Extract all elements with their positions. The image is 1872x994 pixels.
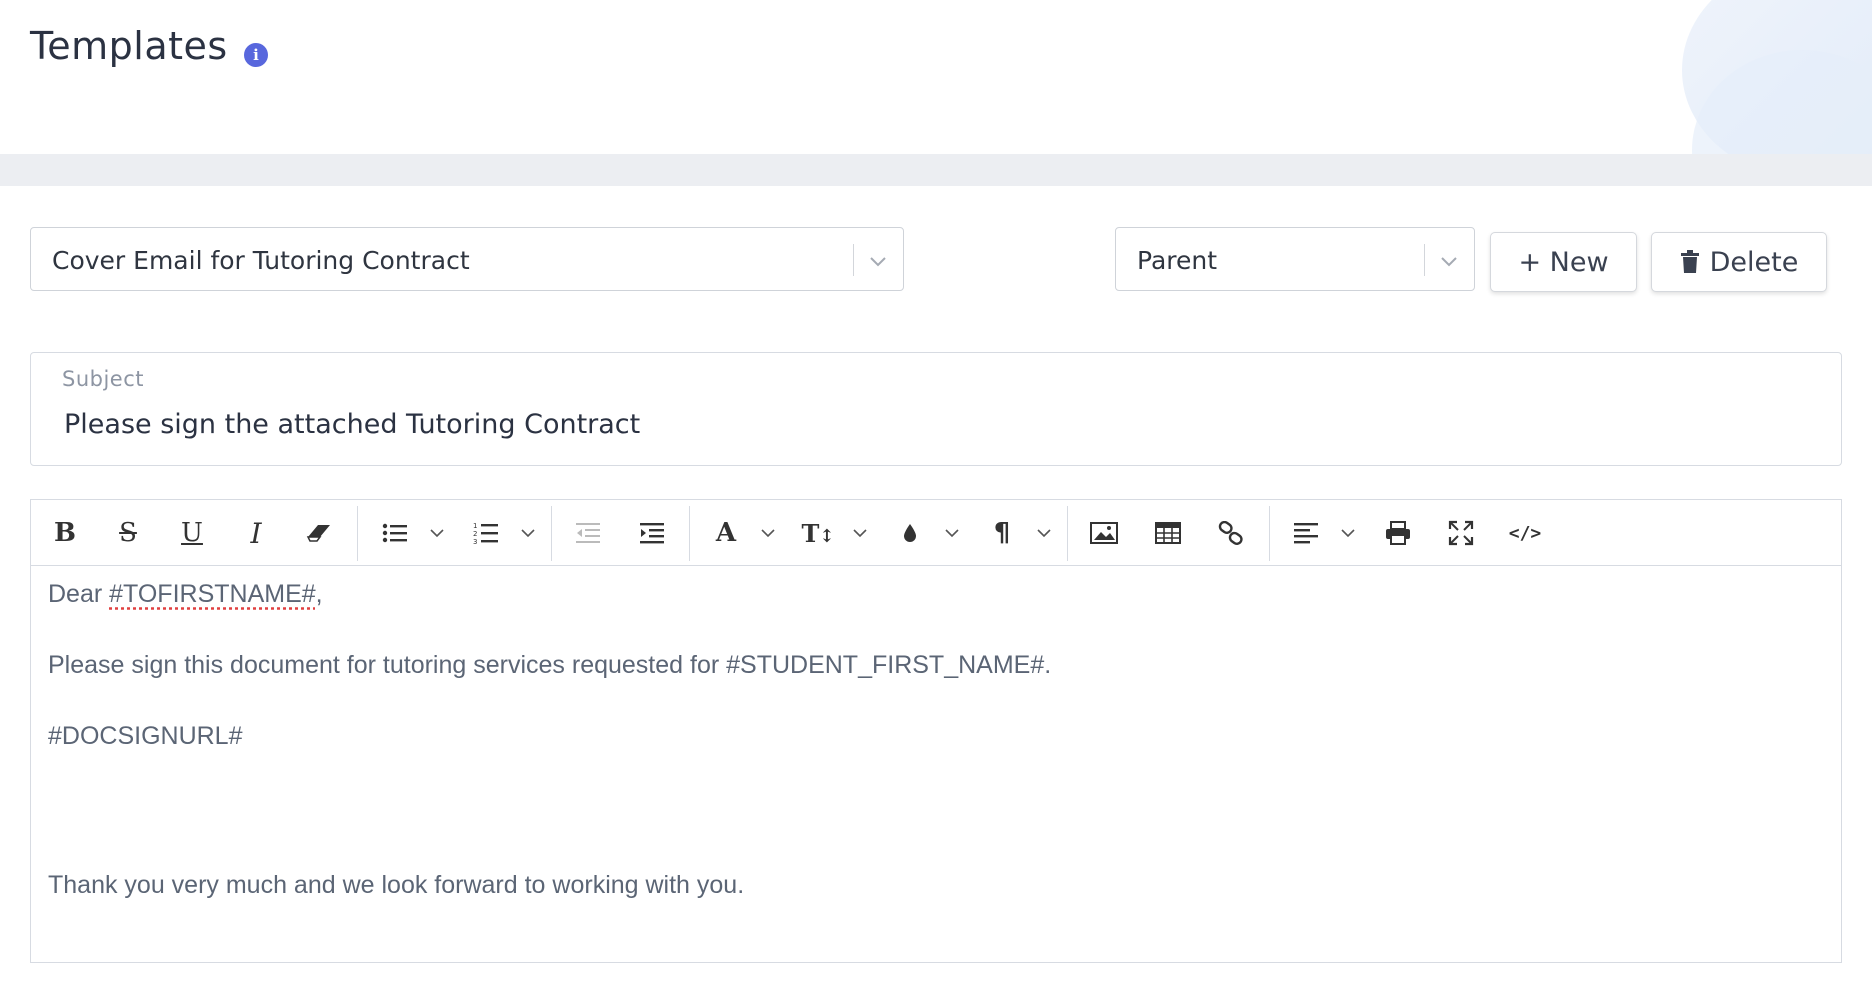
svg-text:2: 2 bbox=[473, 530, 477, 538]
toolbar-separator bbox=[357, 506, 358, 561]
body-line-docsign-url: #DOCSIGNURL# bbox=[48, 722, 243, 750]
rich-text-editor: B S U I 123 A T↕ ¶ </> Dear #TOFIRSTNAME… bbox=[30, 499, 1842, 963]
select-separator bbox=[1424, 244, 1425, 276]
info-icon[interactable]: i bbox=[244, 43, 268, 67]
strikethrough-icon[interactable]: S bbox=[109, 514, 147, 552]
chevron-down-icon[interactable] bbox=[428, 524, 446, 542]
subject-label: Subject bbox=[62, 367, 145, 391]
print-icon[interactable] bbox=[1379, 514, 1417, 552]
svg-text:1: 1 bbox=[473, 522, 477, 530]
greeting-prefix: Dear bbox=[48, 580, 110, 608]
unordered-list-icon[interactable] bbox=[376, 514, 414, 552]
indent-icon[interactable] bbox=[633, 514, 671, 552]
eraser-icon[interactable] bbox=[300, 514, 338, 552]
toolbar-separator bbox=[551, 506, 552, 561]
page-header: Templates i bbox=[0, 0, 1872, 154]
outdent-icon[interactable] bbox=[569, 514, 607, 552]
code-view-icon[interactable]: </> bbox=[1506, 514, 1544, 552]
audience-select-value: Parent bbox=[1137, 246, 1218, 275]
picture-icon[interactable] bbox=[1085, 514, 1123, 552]
toolbar-separator bbox=[1269, 506, 1270, 561]
template-select-value: Cover Email for Tutoring Contract bbox=[52, 246, 470, 275]
color-drop-icon[interactable] bbox=[891, 514, 929, 552]
paragraph-icon[interactable]: ¶ bbox=[983, 514, 1021, 552]
font-size-icon[interactable]: T↕ bbox=[799, 514, 837, 552]
new-button-label: + New bbox=[1518, 246, 1609, 278]
select-separator bbox=[853, 244, 854, 276]
ordered-list-icon[interactable]: 123 bbox=[467, 514, 505, 552]
body-line-request: Please sign this document for tutoring s… bbox=[48, 651, 1052, 679]
subject-field[interactable]: Subject Please sign the attached Tutorin… bbox=[30, 352, 1842, 466]
editor-toolbar: B S U I 123 A T↕ ¶ </> bbox=[31, 500, 1841, 566]
chevron-down-icon[interactable] bbox=[943, 524, 961, 542]
chevron-down-icon[interactable] bbox=[1339, 524, 1357, 542]
chevron-down-icon[interactable] bbox=[851, 524, 869, 542]
link-icon[interactable] bbox=[1212, 514, 1250, 552]
header-band bbox=[0, 154, 1872, 186]
align-left-icon[interactable] bbox=[1287, 514, 1325, 552]
font-family-icon[interactable]: A bbox=[707, 514, 745, 552]
audience-select[interactable]: Parent bbox=[1115, 227, 1475, 291]
chevron-down-icon[interactable] bbox=[867, 250, 889, 272]
bold-icon[interactable]: B bbox=[46, 514, 84, 552]
body-line-thanks: Thank you very much and we look forward … bbox=[48, 871, 745, 899]
chevron-down-icon[interactable] bbox=[519, 524, 537, 542]
toolbar-separator bbox=[1067, 506, 1068, 561]
chevron-down-icon[interactable] bbox=[1438, 250, 1460, 272]
greeting-suffix: , bbox=[315, 580, 323, 608]
underline-icon[interactable]: U bbox=[173, 514, 211, 552]
delete-button-label: Delete bbox=[1709, 246, 1799, 278]
fullscreen-icon[interactable] bbox=[1442, 514, 1480, 552]
body-line-greeting: Dear #TOFIRSTNAME#, bbox=[48, 580, 323, 609]
delete-template-button[interactable]: Delete bbox=[1651, 232, 1827, 292]
svg-text:3: 3 bbox=[473, 538, 477, 545]
toolbar-separator bbox=[689, 506, 690, 561]
chevron-down-icon[interactable] bbox=[1035, 524, 1053, 542]
greeting-token: #TOFIRSTNAME# bbox=[109, 580, 316, 608]
new-template-button[interactable]: + New bbox=[1490, 232, 1637, 292]
page-title: Templates bbox=[30, 24, 228, 68]
trash-icon bbox=[1680, 250, 1699, 273]
table-icon[interactable] bbox=[1149, 514, 1187, 552]
italic-icon[interactable]: I bbox=[237, 514, 275, 552]
subject-input[interactable]: Please sign the attached Tutoring Contra… bbox=[64, 409, 640, 440]
template-select[interactable]: Cover Email for Tutoring Contract bbox=[30, 227, 904, 291]
chevron-down-icon[interactable] bbox=[759, 524, 777, 542]
